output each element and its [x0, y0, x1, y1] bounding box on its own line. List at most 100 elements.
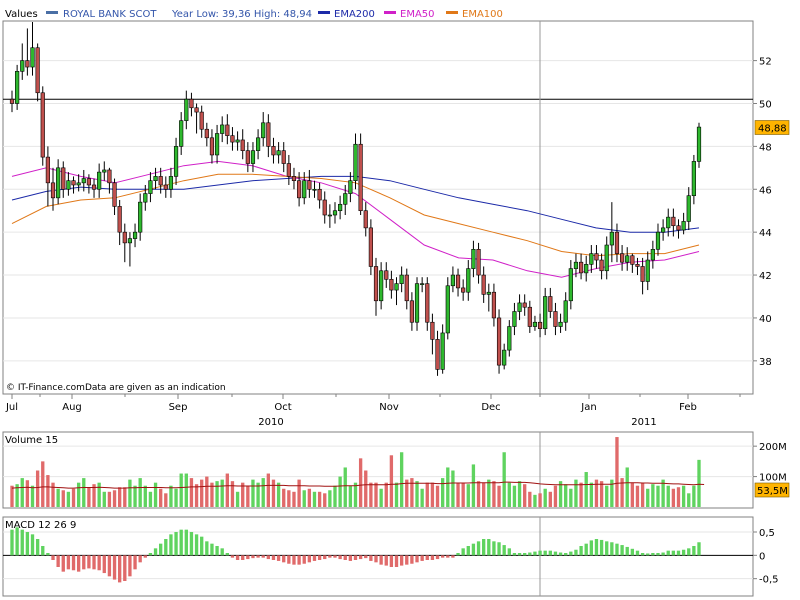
volume-bar-down — [323, 493, 327, 507]
volume-bar-up — [471, 464, 476, 507]
volume-bar-up — [564, 484, 568, 507]
candle-up — [568, 268, 573, 302]
macd-bar-positive — [492, 541, 496, 556]
volume-bar-down — [317, 491, 322, 507]
candle-down — [373, 266, 379, 302]
candle-down — [209, 137, 215, 156]
macd-bar-negative — [51, 555, 55, 560]
volume-bar-down — [430, 482, 435, 507]
volume-bar-up — [440, 478, 445, 507]
candle-up — [302, 180, 307, 199]
volume-bar-down — [61, 490, 65, 507]
candle-down — [266, 122, 271, 147]
legend-symbol: ROYAL BANK SCOT — [63, 9, 157, 20]
candle-up — [512, 311, 517, 327]
macd-bar-negative — [71, 555, 76, 571]
candle-down — [163, 184, 168, 190]
candle-up — [338, 203, 343, 212]
macd-bar-positive — [584, 543, 588, 556]
macd-bar-positive — [589, 540, 594, 556]
candle-up — [97, 171, 102, 190]
candle-down — [45, 156, 50, 184]
volume-bar-up — [605, 485, 609, 507]
candle-up — [173, 146, 179, 177]
candle-up — [343, 193, 348, 205]
volume-bar-up — [584, 472, 588, 507]
candle-up — [507, 326, 512, 351]
candle-up — [138, 201, 143, 233]
volume-bar-down — [271, 479, 276, 507]
macd-bar-negative — [415, 555, 419, 563]
candle-up — [502, 349, 507, 366]
volume-bar-up — [651, 484, 655, 507]
macd-bar-positive — [487, 539, 491, 556]
candle-down — [86, 178, 91, 186]
year-label: 2010 — [258, 417, 283, 428]
volume-bar-up — [128, 479, 132, 507]
macd-bar-positive — [30, 534, 35, 556]
candle-down — [91, 184, 97, 190]
volume-bar-up — [517, 481, 522, 507]
candle-down — [358, 143, 363, 212]
candle-down — [537, 321, 543, 329]
candle-up — [261, 122, 266, 139]
candle-up — [420, 283, 425, 285]
legend-year-range: Year Low: 39,36 High: 48,94 — [171, 9, 312, 20]
candle-down — [620, 253, 625, 263]
volume-bar-up — [328, 490, 332, 507]
macd-bar-negative — [235, 555, 240, 560]
candle-down — [317, 188, 322, 201]
macd-bar-negative — [143, 555, 147, 558]
volume-bar-down — [548, 491, 552, 507]
month-label: Jul — [5, 402, 18, 413]
legend-ema50: EMA50 — [400, 9, 435, 20]
month-label: Feb — [679, 402, 697, 413]
candle-down — [194, 107, 199, 113]
macd-bar-positive — [476, 541, 481, 556]
macd-bar-positive — [502, 545, 506, 556]
candle-down — [291, 176, 297, 181]
macd-bar-negative — [87, 555, 91, 569]
macd-bar-positive — [625, 546, 629, 556]
volume-bar-up — [143, 485, 147, 507]
volume-bar-down — [358, 458, 363, 507]
candle-up — [379, 270, 384, 302]
macd-bar-positive — [681, 549, 686, 556]
macd-bar-negative — [440, 555, 445, 558]
candle-down — [307, 180, 312, 190]
candle-up — [666, 216, 671, 229]
candle-down — [640, 266, 645, 282]
candle-down — [430, 321, 435, 340]
month-label: Oct — [274, 402, 291, 413]
candle-up — [686, 195, 691, 222]
candle-down — [71, 180, 76, 186]
macd-bar-negative — [97, 555, 101, 571]
volume-bar-up — [261, 478, 265, 507]
candle-down — [40, 92, 45, 158]
macd-bar-positive — [666, 550, 670, 556]
macd-bar-negative — [302, 555, 306, 564]
data-source-note: © IT-Finance.comData are given as an ind… — [6, 383, 226, 393]
last-volume-label: 53,5M — [757, 486, 788, 497]
candle-down — [455, 274, 461, 289]
volume-bar-down — [51, 482, 55, 507]
volume-bar-up — [133, 485, 137, 507]
volume-bar-down — [425, 482, 429, 507]
price-tick-label: 42 — [759, 271, 772, 282]
candle-up — [235, 139, 240, 143]
candle-down — [491, 291, 497, 319]
volume-bar-down — [164, 493, 168, 507]
macd-bar-negative — [82, 555, 86, 570]
macd-bar-positive — [507, 548, 511, 556]
candle-down — [404, 274, 409, 302]
candle-up — [276, 150, 281, 156]
volume-bar-down — [297, 479, 301, 507]
volume-bar-down — [528, 491, 532, 507]
candle-down — [435, 339, 440, 370]
volume-bar-up — [102, 491, 106, 507]
candle-up — [153, 176, 158, 181]
macd-bar-negative — [389, 555, 394, 567]
macd-bar-negative — [307, 555, 312, 563]
macd-bar-positive — [543, 550, 547, 556]
candle-down — [548, 296, 553, 312]
